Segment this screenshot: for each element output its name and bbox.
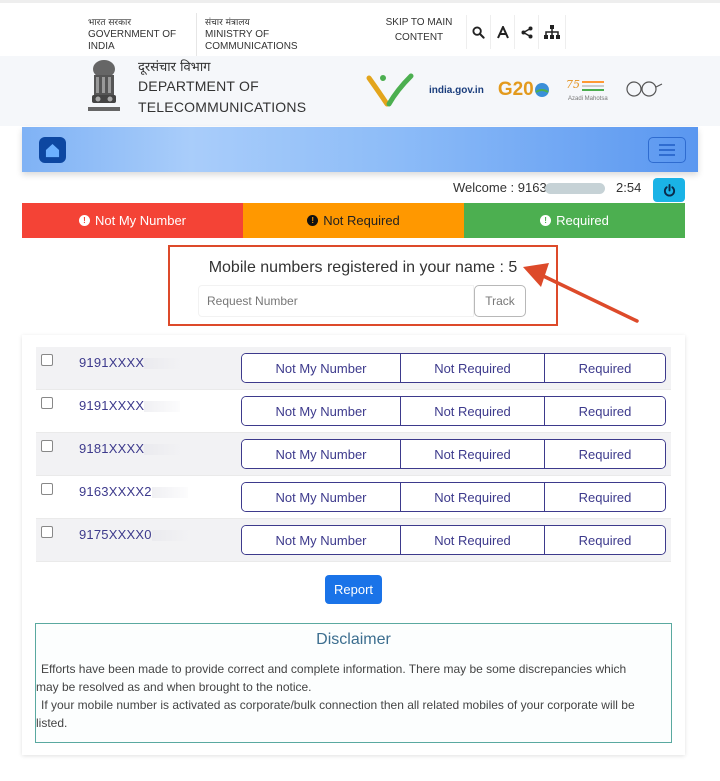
masked-digits: [144, 401, 181, 413]
power-icon: [663, 183, 675, 196]
status-legend: ! Not My Number ! Not Required ! Require…: [22, 203, 685, 238]
azadi-ka-amrit-mahotsav-logo[interactable]: 75 Azadi Mahotsav: [564, 76, 608, 104]
status-button-group: Not My Number Not Required Required: [241, 525, 666, 555]
numbers-table: 9191XXXX Not My Number Not Required Requ…: [36, 347, 671, 562]
masked-digits: [144, 444, 181, 456]
legend-not-my-number: ! Not My Number: [22, 203, 243, 238]
partner-logos: india.gov.in G20 75 Azadi Mahotsav: [365, 72, 664, 108]
not-required-button[interactable]: Not Required: [401, 526, 545, 554]
required-button[interactable]: Required: [545, 483, 665, 511]
ministry-label: संचार मंत्रालय MINISTRY OF COMMUNICATION…: [205, 18, 298, 52]
info-icon: !: [78, 215, 90, 226]
divider: [196, 13, 197, 57]
required-button[interactable]: Required: [545, 526, 665, 554]
logout-button[interactable]: [653, 178, 685, 202]
required-button[interactable]: Required: [545, 440, 665, 468]
required-button[interactable]: Required: [545, 354, 665, 382]
not-my-number-button[interactable]: Not My Number: [242, 440, 401, 468]
home-button[interactable]: [39, 137, 66, 163]
masked-digits: [144, 358, 181, 370]
registered-count-highlight: Mobile numbers registered in your name :…: [168, 245, 558, 326]
masked-digits: [151, 530, 188, 542]
swachh-bharat-logo[interactable]: [622, 78, 664, 102]
menu-line: [659, 149, 675, 151]
legend-not-required: ! Not Required: [243, 203, 464, 238]
numbers-card: 9191XXXX Not My Number Not Required Requ…: [22, 335, 685, 755]
disclaimer-body: Efforts have been made to provide correc…: [36, 660, 646, 732]
session-timer: 2:54: [616, 180, 642, 195]
svg-text:Azadi Mahotsav: Azadi Mahotsav: [568, 96, 608, 102]
search-icon[interactable]: [466, 15, 490, 49]
g20-globe-icon: [534, 83, 549, 97]
hamburger-menu-button[interactable]: [648, 137, 686, 163]
disclaimer-title: Disclaimer: [316, 631, 391, 648]
legend-required: ! Required: [464, 203, 685, 238]
gov-india-label: भारत सरकार GOVERNMENT OF INDIA: [88, 18, 177, 52]
row-checkbox[interactable]: [41, 354, 53, 366]
accessibility-tools: [466, 15, 566, 49]
welcome-text: Welcome : 9163: [453, 180, 605, 195]
number-row: 9163XXXX2 Not My Number Not Required Req…: [36, 476, 671, 519]
registered-count-title: Mobile numbers registered in your name :…: [208, 259, 518, 276]
not-required-button[interactable]: Not Required: [401, 397, 545, 425]
g20-logo[interactable]: G20: [498, 79, 550, 101]
not-my-number-button[interactable]: Not My Number: [242, 354, 401, 382]
department-header: दूरसंचार विभाग DEPARTMENT OF TELECOMMUNI…: [0, 56, 720, 126]
mobile-number: 9163XXXX2: [79, 484, 188, 499]
national-emblem-icon: [88, 60, 120, 111]
number-row: 9191XXXX Not My Number Not Required Requ…: [36, 390, 671, 433]
skip-to-main-link[interactable]: SKIP TO MAIN CONTENT: [380, 15, 458, 45]
status-button-group: Not My Number Not Required Required: [241, 353, 666, 383]
font-size-icon[interactable]: [490, 15, 514, 49]
yoga-day-logo[interactable]: [365, 72, 415, 108]
number-row: 9181XXXX Not My Number Not Required Requ…: [36, 433, 671, 476]
not-required-button[interactable]: Not Required: [401, 483, 545, 511]
status-button-group: Not My Number Not Required Required: [241, 482, 666, 512]
row-checkbox[interactable]: [41, 526, 53, 538]
mobile-number: 9191XXXX: [79, 355, 181, 370]
india-gov-logo[interactable]: india.gov.in: [429, 85, 484, 96]
mobile-number: 9181XXXX: [79, 441, 181, 456]
status-button-group: Not My Number Not Required Required: [241, 396, 666, 426]
gov-topbar: भारत सरकार GOVERNMENT OF INDIA संचार मंत…: [0, 0, 720, 57]
number-row: 9191XXXX Not My Number Not Required Requ…: [36, 347, 671, 390]
track-button[interactable]: Track: [474, 285, 526, 317]
disclaimer-paragraph: Efforts have been made to provide correc…: [36, 662, 627, 694]
not-my-number-button[interactable]: Not My Number: [242, 483, 401, 511]
disclaimer-paragraph: If your mobile number is activated as co…: [36, 698, 635, 730]
not-required-button[interactable]: Not Required: [401, 440, 545, 468]
row-checkbox[interactable]: [41, 440, 53, 452]
mobile-number: 9191XXXX: [79, 398, 181, 413]
main-navbar: [22, 127, 698, 172]
track-request-group: Track: [198, 285, 526, 317]
request-number-input[interactable]: [198, 285, 474, 317]
department-title: दूरसंचार विभाग DEPARTMENT OF TELECOMMUNI…: [138, 60, 307, 115]
disclaimer-box: Disclaimer Efforts have been made to pro…: [35, 623, 672, 743]
svg-text:75: 75: [566, 78, 580, 91]
status-button-group: Not My Number Not Required Required: [241, 439, 666, 469]
mobile-number: 9175XXXX0: [79, 527, 188, 542]
masked-number: [544, 183, 605, 195]
not-required-button[interactable]: Not Required: [401, 354, 545, 382]
home-icon: [45, 143, 60, 157]
info-icon: !: [540, 215, 552, 226]
report-button[interactable]: Report: [325, 575, 382, 604]
not-my-number-button[interactable]: Not My Number: [242, 526, 401, 554]
required-button[interactable]: Required: [545, 397, 665, 425]
menu-line: [659, 144, 675, 146]
masked-digits: [151, 487, 188, 499]
menu-line: [659, 154, 675, 156]
not-my-number-button[interactable]: Not My Number: [242, 397, 401, 425]
info-icon: !: [307, 215, 319, 226]
number-row: 9175XXXX0 Not My Number Not Required Req…: [36, 519, 671, 562]
share-icon[interactable]: [514, 15, 538, 49]
row-checkbox[interactable]: [41, 483, 53, 495]
sitemap-icon[interactable]: [538, 15, 566, 49]
row-checkbox[interactable]: [41, 397, 53, 409]
